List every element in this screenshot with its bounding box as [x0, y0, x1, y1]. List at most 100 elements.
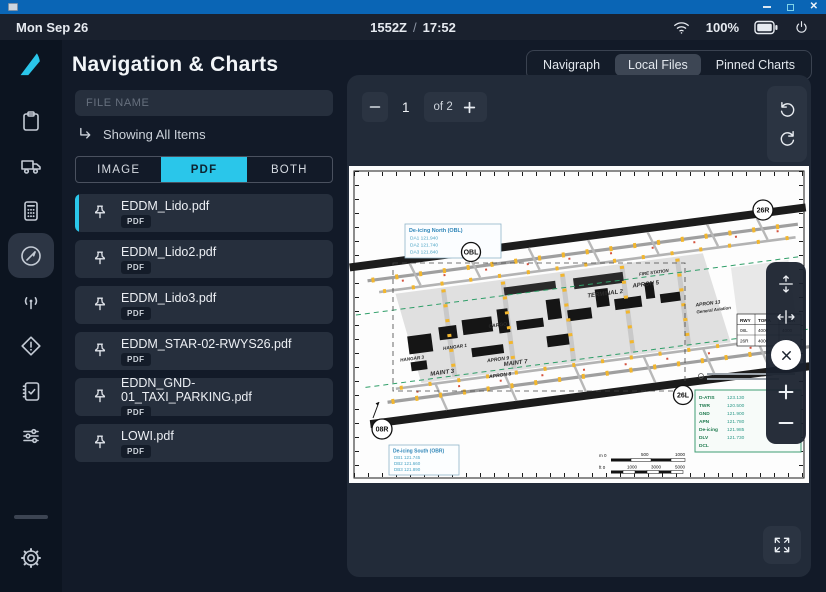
pdf-chart-viewport[interactable]: TERMINAL 2 APRON 5 FIRE STATION CARGO HA…: [349, 166, 809, 483]
svg-text:DB3 121.890: DB3 121.890: [394, 467, 421, 472]
svg-text:08R: 08R: [376, 427, 389, 434]
fit-width-icon[interactable]: [776, 307, 796, 327]
file-name: LOWI.pdf: [121, 429, 174, 443]
svg-text:TWR: TWR: [699, 403, 710, 409]
fit-height-icon[interactable]: [776, 274, 796, 294]
plus-icon: [462, 100, 477, 115]
sidebar-item-ground-services[interactable]: [8, 143, 54, 188]
battery-icon: [754, 20, 778, 35]
sidebar-item-alerts[interactable]: [8, 323, 54, 368]
svg-text:De-icing South (OBR): De-icing South (OBR): [393, 449, 444, 455]
airport-chart-svg: TERMINAL 2 APRON 5 FIRE STATION CARGO HA…: [349, 166, 809, 483]
rotate-cw-icon[interactable]: [777, 128, 798, 149]
antenna-icon: [19, 289, 43, 313]
file-list-item[interactable]: EDDM_Lido3.pdf PDF: [75, 286, 333, 324]
sidebar: [0, 40, 62, 592]
gear-icon: [19, 546, 43, 570]
page-total: 2: [446, 101, 452, 113]
compass-icon: [19, 244, 43, 268]
page-increment-button[interactable]: [462, 100, 477, 115]
chart-preview-panel: 1 of 2: [347, 75, 811, 577]
svg-text:DA1 121.940: DA1 121.940: [410, 236, 438, 242]
svg-text:OBL: OBL: [464, 250, 480, 257]
file-type-filter: IMAGE PDF BOTH: [75, 156, 333, 183]
svg-text:APN: APN: [699, 419, 710, 425]
svg-text:DCL: DCL: [699, 443, 709, 449]
file-type-badge: PDF: [121, 353, 151, 366]
svg-text:m 0: m 0: [599, 453, 607, 458]
file-type-badge: PDF: [121, 307, 151, 320]
file-list-item[interactable]: LOWI.pdfPDF: [75, 424, 333, 462]
pin-icon: [90, 203, 110, 223]
file-name: EDDM_STAR-02-RWYS26.pdf: [121, 337, 291, 351]
window-maximize-button[interactable]: [787, 4, 794, 11]
window-close-button[interactable]: ✕: [810, 2, 818, 12]
notebook-check-icon: [19, 379, 43, 403]
battery-percentage: 100%: [706, 20, 739, 35]
svg-text:08L: 08L: [740, 328, 748, 333]
rotate-ccw-icon[interactable]: [777, 99, 798, 120]
zoom-out-icon[interactable]: [777, 414, 795, 432]
sidebar-item-calculator[interactable]: [8, 188, 54, 233]
svg-text:121.985: 121.985: [727, 427, 745, 433]
filter-pdf-tab[interactable]: PDF: [161, 157, 246, 182]
sidebar-item-checklist[interactable]: [8, 98, 54, 143]
svg-text:De-icing: De-icing: [699, 427, 718, 433]
svg-text:DA2 121.740: DA2 121.740: [410, 243, 438, 249]
chart-zoom-toolbar: [766, 262, 806, 444]
status-time-utc: 1552Z: [370, 20, 407, 35]
wifi-icon: [672, 19, 691, 35]
zoom-in-icon[interactable]: [777, 383, 795, 401]
svg-text:DB1 121.745: DB1 121.745: [394, 455, 421, 460]
close-preview-button[interactable]: [771, 340, 801, 370]
pin-icon: [90, 295, 110, 315]
sidebar-item-radios[interactable]: [8, 278, 54, 323]
file-list-item[interactable]: EDDM_Lido2.pdfPDF: [75, 240, 333, 278]
current-page-number: 1: [402, 100, 410, 115]
svg-text:D-ATIS: D-ATIS: [699, 395, 715, 401]
svg-text:26R: 26R: [757, 208, 770, 215]
svg-text:1000: 1000: [627, 465, 638, 470]
branch-arrow-icon: [77, 126, 94, 143]
svg-text:26R: 26R: [740, 339, 749, 344]
svg-text:26L: 26L: [677, 393, 690, 400]
sidebar-item-navigation[interactable]: [8, 233, 54, 278]
file-name: EDDM_Lido3.pdf: [121, 291, 216, 305]
calculator-icon: [19, 199, 43, 223]
file-name-search-input[interactable]: [75, 90, 333, 116]
svg-text:DLV: DLV: [699, 435, 709, 441]
svg-text:3000: 3000: [651, 465, 662, 470]
fullscreen-button[interactable]: [763, 526, 801, 564]
file-type-badge: PDF: [121, 406, 151, 417]
rotate-controls: [767, 86, 807, 162]
pin-icon: [90, 249, 110, 269]
tab-navigraph[interactable]: Navigraph: [530, 54, 613, 76]
sidebar-item-settings[interactable]: [8, 535, 54, 580]
tab-pinned-charts[interactable]: Pinned Charts: [703, 54, 808, 76]
tab-local-files[interactable]: Local Files: [615, 54, 701, 76]
filter-image-tab[interactable]: IMAGE: [76, 157, 161, 182]
filter-both-tab[interactable]: BOTH: [247, 157, 332, 182]
status-time-local: 17:52: [423, 20, 456, 35]
file-list-item[interactable]: EDDM_Lido.pdfPDF: [75, 194, 333, 232]
window-minimize-button[interactable]: [763, 6, 771, 8]
file-list: EDDM_Lido.pdfPDF EDDM_Lido2.pdfPDF EDDM_…: [75, 194, 333, 462]
deicing-south-box: De-icing South (OBR) DB1 121.745 DB2 121…: [389, 445, 459, 475]
window-app-icon: [8, 3, 18, 11]
file-list-item[interactable]: EDDM_STAR-02-RWYS26.pdf PDF: [75, 332, 333, 370]
sidebar-item-filters[interactable]: [8, 413, 54, 458]
svg-text:5000: 5000: [675, 465, 686, 470]
close-icon: [780, 349, 793, 362]
power-icon[interactable]: [793, 19, 810, 36]
deicing-north-box: De-icing North (OBL) DA1 121.940 DA2 121…: [405, 224, 501, 258]
window-titlebar: ✕: [0, 0, 826, 14]
page-decrement-button[interactable]: [362, 92, 388, 122]
sidebar-item-logbook[interactable]: [8, 368, 54, 413]
svg-text:RWY: RWY: [740, 318, 751, 323]
file-type-badge: PDF: [121, 261, 151, 274]
status-time-separator: /: [407, 20, 423, 35]
page-of-label: of: [434, 101, 444, 113]
minus-icon: [368, 100, 382, 114]
file-list-item[interactable]: EDDN_GND-01_TAXI_PARKING.pdfPDF: [75, 378, 333, 416]
file-name: EDDM_Lido.pdf: [121, 199, 209, 213]
